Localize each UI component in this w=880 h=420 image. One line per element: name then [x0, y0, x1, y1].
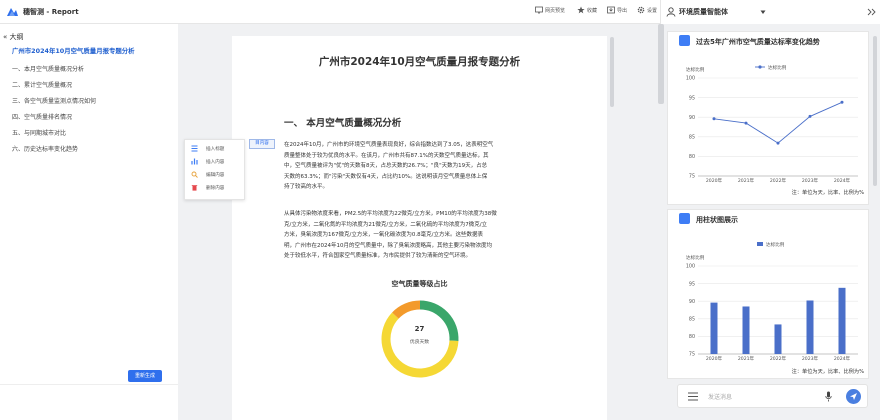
outline-header-label: 大纲 [9, 33, 24, 41]
menu-label: 删除内容 [206, 185, 225, 191]
menu-label: 编辑内容 [206, 172, 225, 178]
paragraph-line: 质量整体处于较为优良的水平。在该月，广州市共有87.1%的天数空气质量达标，其 [284, 152, 489, 159]
agent-title: 环境质量智能体 [679, 8, 728, 16]
card-note: 注：单位为天，比率、比例为% [791, 369, 864, 375]
logo-icon [7, 8, 18, 16]
paragraph-line: 天数的63.3%；而"污染"天数仅有4天，占比约10%。这说明该月空气质量总体上… [284, 173, 488, 180]
outline-item[interactable]: 三、各空气质量监测点情况如何 [12, 96, 96, 105]
menu-delete-content[interactable]: 删除内容 [191, 184, 224, 191]
gear-icon [637, 6, 645, 14]
favorite-label: 收藏 [587, 7, 598, 14]
chevron-down-icon[interactable] [760, 10, 766, 15]
favorite-button[interactable]: 收藏 [577, 6, 597, 14]
preview-button[interactable]: 网页预览 [535, 6, 565, 14]
collapse-left-icon[interactable]: « [3, 33, 7, 41]
paragraph-line: 方米，臭氧浓度为167微克/立方米，一氧化碳浓度为0.8毫克/立方米。这些数据表 [284, 232, 483, 238]
outline-header[interactable]: « 大纲 [3, 32, 24, 42]
edit-icon [191, 171, 198, 178]
paragraph-line: 中，空气质量被评为"优"的天数有8天，占总天数的26.7%；"良"天数为19天，… [284, 163, 488, 169]
collapse-right-icon[interactable] [867, 8, 876, 16]
paragraph-line: 明，广州市在2024年10月的空气质量中，除了臭氧浓度略高，其他主要污染物浓度均 [284, 242, 492, 249]
menu-label: 插入标题 [206, 146, 225, 152]
outline-title[interactable]: 广州市2024年10月空气质量月报专题分析 [12, 46, 135, 55]
outline-item[interactable]: 四、空气质量排名情况 [12, 112, 72, 121]
outline-item[interactable]: 五、与同期城市对比 [12, 128, 66, 137]
card-title: 用柱状图展示 [696, 216, 738, 224]
export-button[interactable]: 导出 [607, 6, 627, 14]
bar-chart-icon [191, 158, 198, 165]
agent-header: 环境质量智能体 [660, 0, 880, 24]
panel-scrollbar[interactable] [658, 24, 664, 104]
line-chart-card [667, 31, 869, 205]
paragraph-line: 持了较高的水平。 [284, 184, 329, 190]
menu-insert-content[interactable]: 插入内容 [191, 158, 224, 165]
menu-edit-content[interactable]: 编辑内容 [191, 171, 224, 178]
user-avatar-icon [679, 213, 690, 224]
export-icon [607, 6, 615, 14]
bar-chart-card [667, 209, 869, 379]
settings-button[interactable]: 设置 [637, 6, 657, 14]
outline-item[interactable]: 一、本月空气质量概况分析 [12, 64, 84, 73]
settings-label: 设置 [647, 7, 658, 14]
microphone-icon[interactable] [825, 391, 832, 402]
document-scrollbar[interactable] [610, 37, 614, 107]
paragraph-line: 克/立方米，二氧化氮的平均浓度为21微克/立方米，二氧化硫的平均浓度为7微克/立 [284, 221, 488, 228]
outline-item[interactable]: 六、历史达标率变化趋势 [12, 144, 78, 153]
preview-icon [535, 6, 543, 14]
chat-input-bar: 发送消息 [677, 384, 868, 408]
outline-item[interactable]: 二、累计空气质量概况 [12, 80, 72, 89]
paragraph-line: 从具体污染物浓度来看，PM2.5的平均浓度为22微克/立方米，PM10的平均浓度… [284, 211, 497, 217]
insert-menu: 插入标题 插入内容 编辑内容 删除内容 [184, 139, 245, 200]
outline-panel: « 大纲 广州市2024年10月空气质量月报专题分析 一、本月空气质量概况分析 … [0, 24, 178, 420]
send-icon[interactable] [846, 389, 861, 404]
paragraph-line: 在2024年10月，广州市的环境空气质量表现良好，综合指数达到了3.05，这表明… [284, 142, 494, 148]
card-title: 过去5年广州市空气质量达标率变化趋势 [696, 38, 820, 46]
user-avatar-icon [679, 35, 690, 46]
document-page: 广州市2024年10月空气质量月报专题分析 一、 本月空气质量概况分析 在202… [232, 36, 607, 420]
outline-divider [0, 384, 178, 385]
menu-insert-title[interactable]: 插入标题 [191, 145, 224, 152]
chat-scrollbar[interactable] [873, 36, 877, 186]
section-heading[interactable]: 一、 本月空气质量概况分析 [284, 115, 401, 129]
ring-segment-优 [419, 300, 459, 341]
star-icon [577, 6, 585, 14]
chat-input[interactable]: 发送消息 [708, 392, 732, 401]
export-label: 导出 [617, 7, 628, 14]
preview-label: 网页预览 [545, 7, 566, 14]
trash-icon [191, 185, 198, 191]
paragraph-line: 处于较低水平，符合国家空气质量标准，为市民提供了较为清新的空气环境。 [284, 253, 472, 259]
ring-center-label: 优良天数 [409, 340, 430, 345]
user-icon [666, 7, 676, 17]
list-icon [191, 145, 198, 152]
menu-icon[interactable] [688, 392, 698, 401]
document-title[interactable]: 广州市2024年10月空气质量月报专题分析 [232, 54, 607, 69]
regenerate-button[interactable]: 重新生成 [128, 370, 162, 382]
section-tag[interactable]: 目内容 [249, 139, 275, 149]
app-title: 穗智测 - Report [23, 8, 79, 16]
gauge-title: 空气质量等级占比 [391, 280, 448, 288]
ring-center-value: 27 [414, 325, 425, 333]
menu-label: 插入内容 [206, 159, 225, 165]
ring-segment-污染 [392, 300, 421, 319]
card-note: 注：单位为天，比率、比例为% [791, 190, 864, 196]
